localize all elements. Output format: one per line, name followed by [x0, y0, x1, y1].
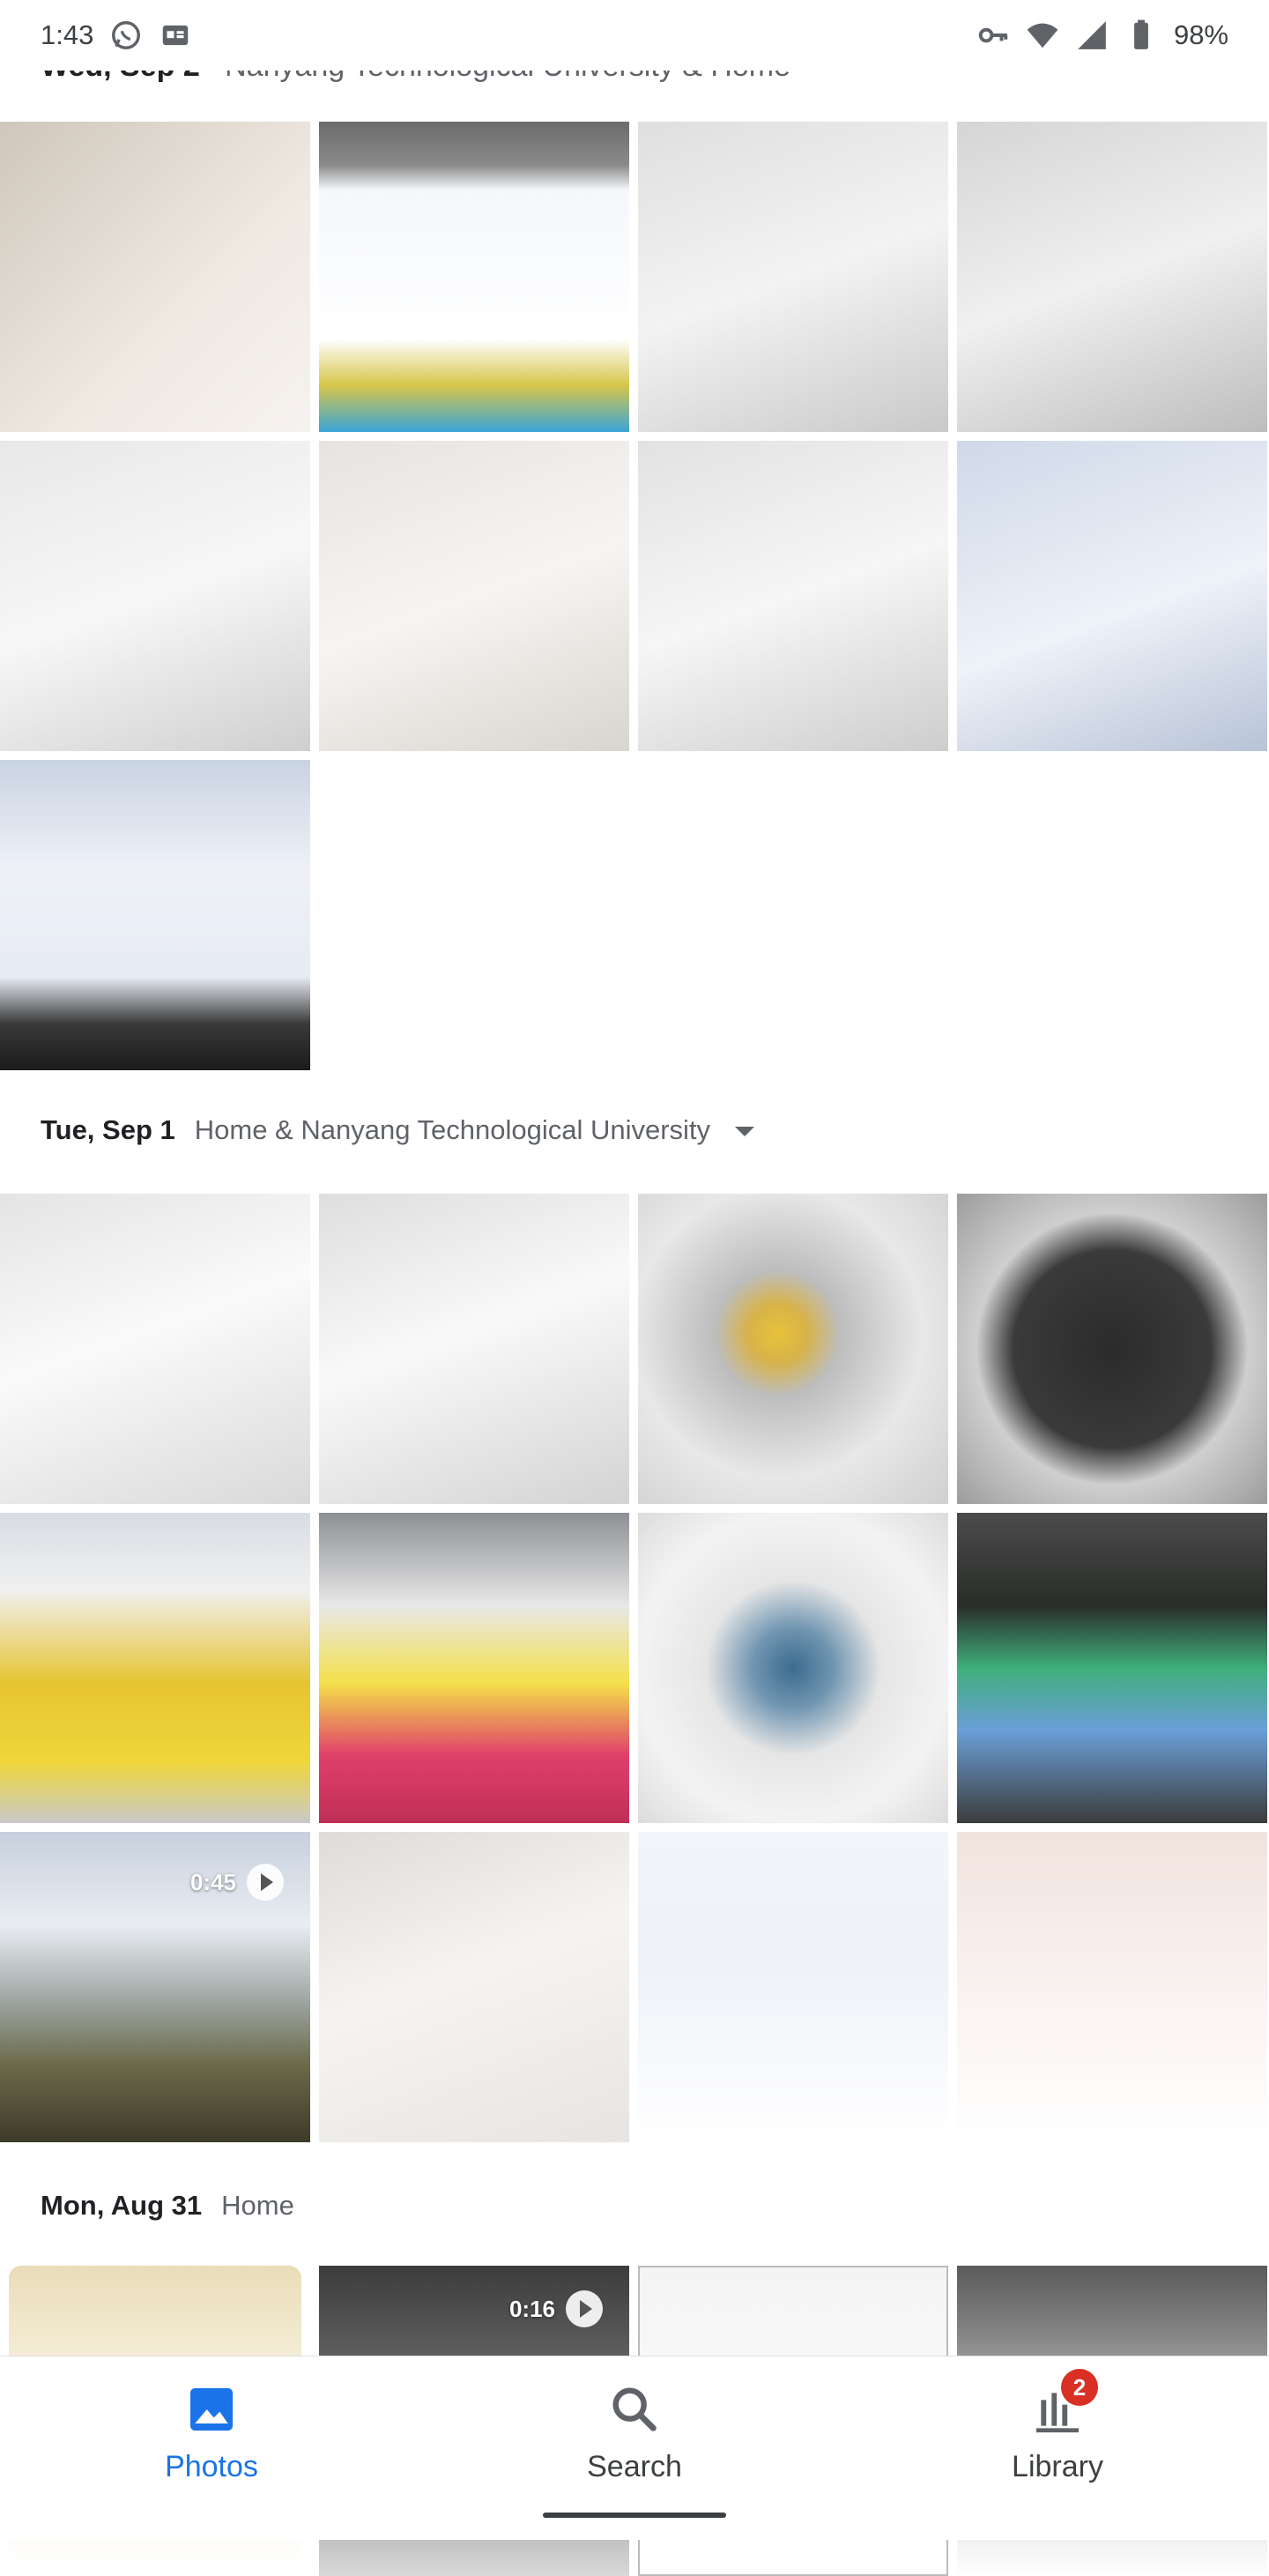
section-location: Home — [221, 2190, 294, 2221]
video-duration-label: 0:45 — [189, 1868, 236, 1895]
photo-thumbnail[interactable] — [638, 1194, 948, 1504]
photo-thumbnail[interactable] — [319, 1832, 629, 2142]
photo-thumbnail[interactable] — [319, 1194, 629, 1504]
photo-thumbnail[interactable] — [0, 122, 310, 432]
gmail-card-icon — [163, 25, 189, 46]
nav-library-label: Library — [1012, 2450, 1103, 2483]
photo-thumbnail[interactable] — [957, 1194, 1267, 1504]
photo-thumbnail[interactable] — [0, 1194, 310, 1504]
play-icon — [566, 2290, 603, 2327]
photo-thumbnail[interactable] — [0, 1513, 310, 1823]
date-header-aug31[interactable]: Mon, Aug 31 Home — [41, 2190, 294, 2222]
nav-library[interactable]: 2 Library — [925, 2369, 1190, 2484]
section-location: Home & Nanyang Technological University — [194, 1114, 711, 1145]
play-icon — [247, 1864, 284, 1901]
vpn-key-icon — [978, 27, 1008, 43]
photo-thumbnail[interactable] — [638, 122, 948, 432]
photo-thumbnail[interactable] — [638, 441, 948, 751]
library-icon-wrap: 2 — [1029, 2369, 1098, 2438]
video-duration: 0:16 — [509, 2290, 603, 2327]
battery-percent: 98% — [1173, 19, 1228, 50]
nav-search-label: Search — [587, 2450, 682, 2483]
search-icon — [612, 2387, 657, 2431]
nav-photos-label: Photos — [165, 2450, 258, 2483]
status-time: 1:43 — [41, 19, 94, 50]
section-date: Mon, Aug 31 — [41, 2190, 203, 2221]
status-bar: 1:43 98% — [0, 0, 1269, 71]
video-duration-label: 0:16 — [508, 2295, 555, 2322]
video-duration: 0:45 — [190, 1864, 284, 1901]
photo-thumbnail[interactable] — [319, 441, 629, 751]
whatsapp-icon — [112, 21, 141, 49]
photo-thumbnail[interactable] — [0, 760, 310, 1070]
battery-icon — [1134, 19, 1148, 49]
wifi-icon — [1027, 23, 1058, 48]
section-date: Tue, Sep 1 — [41, 1114, 175, 1145]
photo-thumbnail[interactable] — [957, 1832, 1267, 2142]
date-header-sep1[interactable]: Tue, Sep 1 Home & Nanyang Technological … — [41, 1114, 755, 1146]
photo-thumbnail[interactable] — [0, 441, 310, 751]
photo-icon — [190, 2388, 233, 2431]
chevron-down-icon[interactable] — [735, 1127, 755, 1136]
photo-thumbnail[interactable] — [957, 1513, 1267, 1823]
nav-search[interactable]: Search — [502, 2381, 767, 2484]
photo-thumbnail[interactable] — [638, 1513, 948, 1823]
photo-thumbnail[interactable] — [319, 1513, 629, 1823]
photo-thumbnail[interactable] — [957, 441, 1267, 751]
library-badge: 2 — [1061, 2369, 1098, 2406]
photo-thumbnail[interactable] — [319, 122, 629, 432]
nav-photos[interactable]: Photos — [79, 2381, 344, 2484]
video-thumbnail[interactable]: 0:45 — [0, 1832, 310, 2142]
photo-thumbnail[interactable] — [638, 1832, 948, 2142]
gesture-handle[interactable] — [543, 2513, 726, 2518]
signal-icon — [1078, 21, 1106, 49]
photo-thumbnail[interactable] — [957, 122, 1267, 432]
